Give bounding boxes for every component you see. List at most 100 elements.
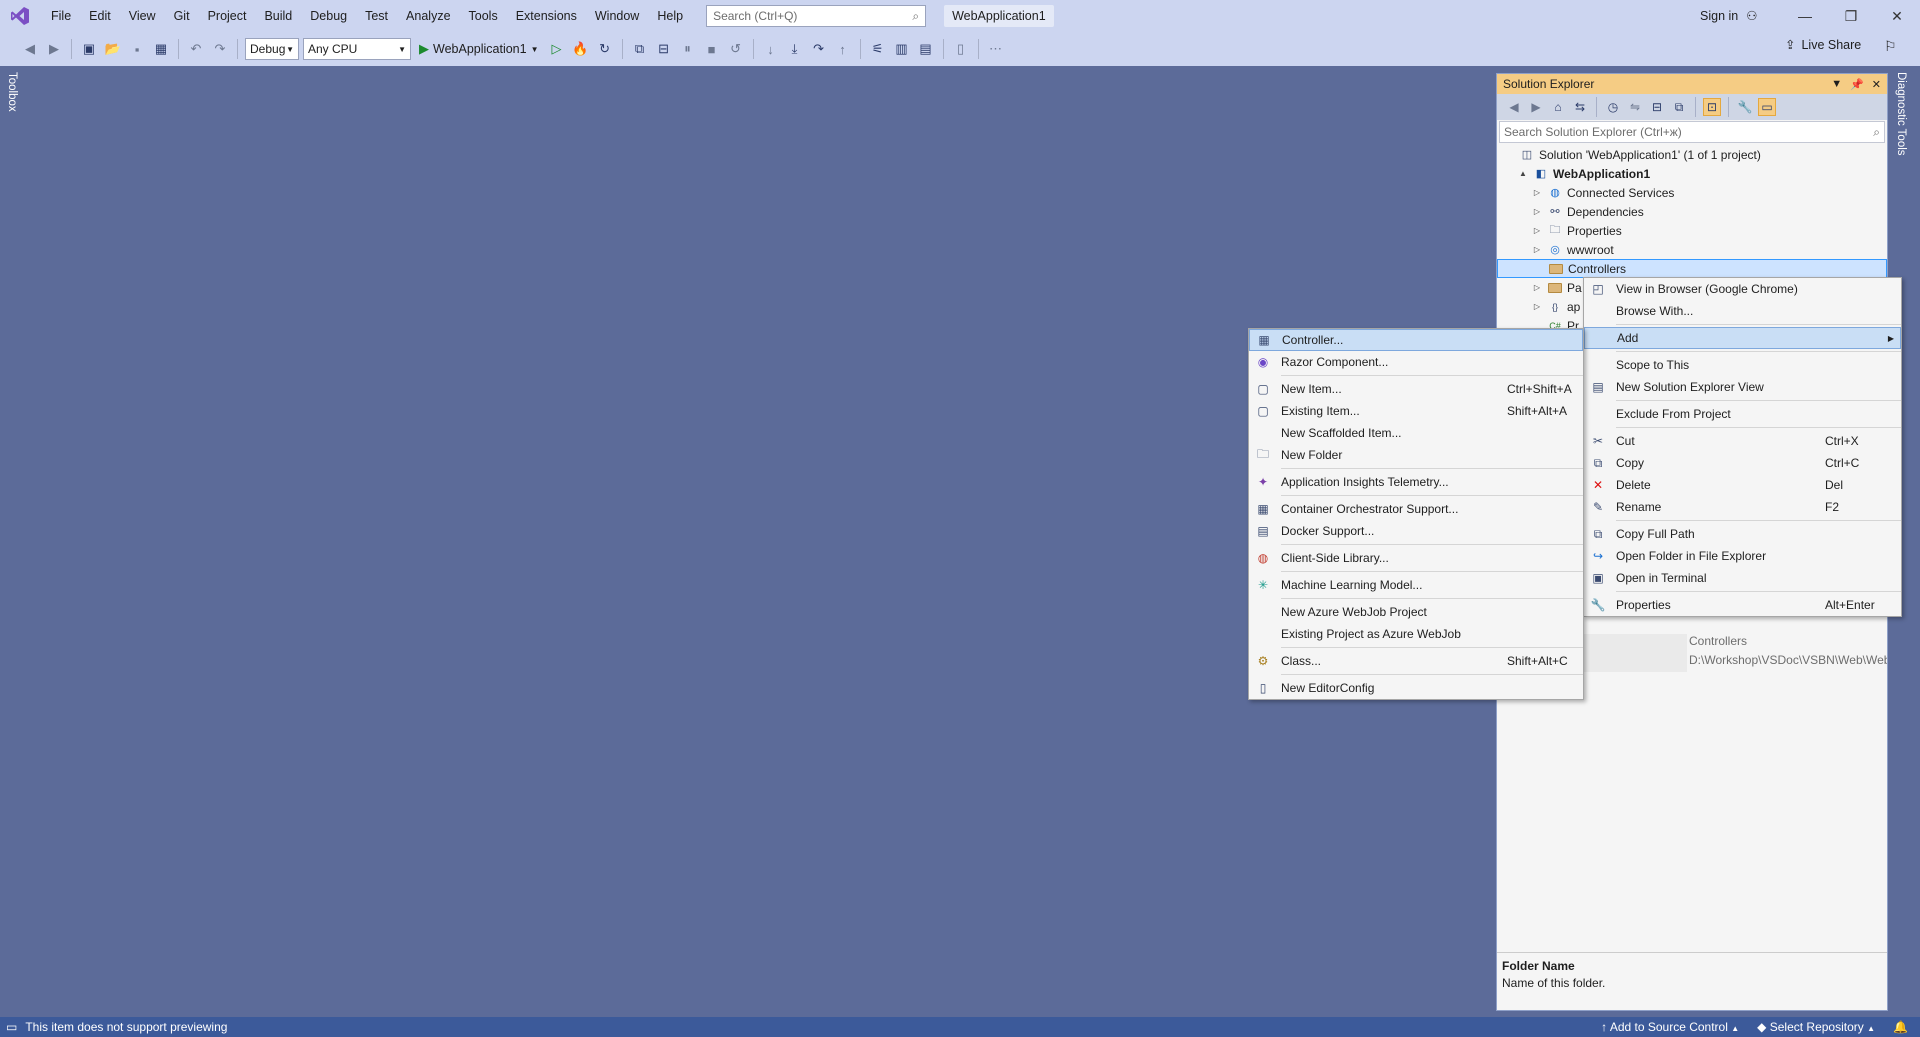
- stop-icon[interactable]: ■: [702, 39, 722, 59]
- bookmark-icon[interactable]: ▯: [951, 39, 971, 59]
- search-input[interactable]: Search (Ctrl+Q) ⌕: [706, 5, 927, 27]
- platform-dropdown[interactable]: Any CPU ▼: [303, 38, 411, 60]
- add-new-item[interactable]: ▢ New Item... Ctrl+Shift+A: [1249, 378, 1583, 400]
- tree-item[interactable]: ▲ ◧ WebApplication1: [1497, 164, 1887, 183]
- expand-caret-icon[interactable]: ▲: [1517, 169, 1529, 178]
- ctx-copy[interactable]: ⧉ Copy Ctrl+C: [1584, 452, 1901, 474]
- overflow-icon[interactable]: ⋯: [986, 39, 1006, 59]
- add-existing-project-as-azure-webjob[interactable]: Existing Project as Azure WebJob: [1249, 623, 1583, 645]
- properties-wrench-icon[interactable]: 🔧: [1736, 98, 1754, 116]
- refresh-icon[interactable]: ↻: [595, 39, 615, 59]
- expand-caret-icon[interactable]: ▷: [1531, 245, 1543, 254]
- menu-git[interactable]: Git: [165, 0, 199, 32]
- expand-caret-icon[interactable]: ▷: [1531, 283, 1543, 292]
- signin-button[interactable]: Sign in ⚇: [1700, 0, 1757, 32]
- expand-caret-icon[interactable]: ▷: [1531, 188, 1543, 197]
- step-over-2-icon[interactable]: ↷: [809, 39, 829, 59]
- add-machine-learning-model[interactable]: ✳ Machine Learning Model...: [1249, 574, 1583, 596]
- menu-edit[interactable]: Edit: [80, 0, 120, 32]
- tree-item[interactable]: ▷ ⚯ Dependencies: [1497, 202, 1887, 221]
- ctx-exclude-from-project[interactable]: Exclude From Project: [1584, 403, 1901, 425]
- tree-item[interactable]: Controllers: [1497, 259, 1887, 278]
- step-into-icon[interactable]: ⤓: [785, 39, 805, 59]
- menu-debug[interactable]: Debug: [301, 0, 356, 32]
- sync-icon[interactable]: ⇋: [1626, 98, 1644, 116]
- ctx-view-in-browser-google-chrome[interactable]: ◰ View in Browser (Google Chrome): [1584, 278, 1901, 300]
- redo-icon[interactable]: ↷: [210, 39, 230, 59]
- toolbox-tab[interactable]: Toolbox: [6, 72, 18, 112]
- browser-link-icon[interactable]: ⧉: [630, 39, 650, 59]
- ctx-open-folder-in-file-explorer[interactable]: ↪ Open Folder in File Explorer: [1584, 545, 1901, 567]
- notifications-bell-icon[interactable]: 🔔: [1893, 1020, 1908, 1034]
- open-file-icon[interactable]: 📂: [103, 39, 123, 59]
- restore-button[interactable]: ❐: [1828, 0, 1874, 32]
- add-container-orchestrator-support[interactable]: ▦ Container Orchestrator Support...: [1249, 498, 1583, 520]
- add-to-source-control-button[interactable]: ↑ Add to Source Control ▲: [1601, 1020, 1739, 1034]
- menu-help[interactable]: Help: [648, 0, 692, 32]
- menu-build[interactable]: Build: [255, 0, 301, 32]
- minimize-button[interactable]: —: [1782, 0, 1828, 32]
- show-all-files-icon[interactable]: ⧉: [1670, 98, 1688, 116]
- ctx-browse-with[interactable]: Browse With...: [1584, 300, 1901, 322]
- ctx-scope-to-this[interactable]: Scope to This: [1584, 354, 1901, 376]
- ctx-delete[interactable]: ✕ Delete Del: [1584, 474, 1901, 496]
- step-over-icon[interactable]: ↓: [761, 39, 781, 59]
- chevron-down-icon[interactable]: ▼: [1831, 78, 1842, 91]
- restart-icon[interactable]: ↺: [726, 39, 746, 59]
- expand-caret-icon[interactable]: ▷: [1531, 226, 1543, 235]
- step-out-icon[interactable]: ↑: [833, 39, 853, 59]
- menu-view[interactable]: View: [120, 0, 165, 32]
- add-razor-component[interactable]: ◉ Razor Component...: [1249, 351, 1583, 373]
- ctx-properties[interactable]: 🔧 Properties Alt+Enter: [1584, 594, 1901, 616]
- close-icon[interactable]: ✕: [1872, 78, 1881, 91]
- pending-changes-filter-icon[interactable]: ◷: [1604, 98, 1622, 116]
- chart-icon[interactable]: ▥: [892, 39, 912, 59]
- preview-icon[interactable]: ▭: [1758, 98, 1776, 116]
- tree-item[interactable]: ▷ ◎ wwwroot: [1497, 240, 1887, 259]
- menu-window[interactable]: Window: [586, 0, 648, 32]
- save-icon[interactable]: ▪: [127, 39, 147, 59]
- new-project-icon[interactable]: ▣: [79, 39, 99, 59]
- menu-extensions[interactable]: Extensions: [507, 0, 586, 32]
- pin-icon[interactable]: 📌: [1850, 78, 1864, 91]
- add-new-scaffolded-item[interactable]: New Scaffolded Item...: [1249, 422, 1583, 444]
- ctx-rename[interactable]: ✎ Rename F2: [1584, 496, 1901, 518]
- ctx-add[interactable]: Add ▶: [1584, 327, 1901, 349]
- close-window-button[interactable]: ✕: [1874, 0, 1920, 32]
- ctx-new-solution-explorer-view[interactable]: ▤ New Solution Explorer View: [1584, 376, 1901, 398]
- switch-views-icon[interactable]: ⇆: [1571, 98, 1589, 116]
- ctx-open-in-terminal[interactable]: ▣ Open in Terminal: [1584, 567, 1901, 589]
- menu-test[interactable]: Test: [356, 0, 397, 32]
- layout-icon[interactable]: ⊟: [654, 39, 674, 59]
- tree-item[interactable]: ◫ Solution 'WebApplication1' (1 of 1 proj…: [1497, 145, 1887, 164]
- start-debugging-button[interactable]: ▶ WebApplication1 ▼: [415, 41, 543, 57]
- add-new-folder[interactable]: 🗀 New Folder: [1249, 444, 1583, 466]
- menu-tools[interactable]: Tools: [460, 0, 507, 32]
- liveshare-button[interactable]: ⇪ Live Share: [1785, 37, 1861, 53]
- ctx-cut[interactable]: ✂ Cut Ctrl+X: [1584, 430, 1901, 452]
- diagnostic-tools-tab[interactable]: Diagnostic Tools: [1895, 72, 1907, 156]
- expand-caret-icon[interactable]: ▷: [1531, 207, 1543, 216]
- back-icon[interactable]: ◀: [20, 39, 40, 59]
- configuration-dropdown[interactable]: Debug ▼: [245, 38, 299, 60]
- solution-explorer-search-input[interactable]: Search Solution Explorer (Ctrl+ж) ⌕: [1499, 121, 1885, 143]
- home-icon[interactable]: ⌂: [1549, 98, 1567, 116]
- add-docker-support[interactable]: ▤ Docker Support...: [1249, 520, 1583, 542]
- collapse-all-icon[interactable]: ⊟: [1648, 98, 1666, 116]
- forward-icon[interactable]: ▶: [1527, 98, 1545, 116]
- tree-item[interactable]: ▷ 🗀 Properties: [1497, 221, 1887, 240]
- feedback-icon[interactable]: ⚐: [1884, 38, 1902, 56]
- chart-2-icon[interactable]: ▤: [916, 39, 936, 59]
- menu-project[interactable]: Project: [199, 0, 256, 32]
- pause-icon[interactable]: ⏸: [678, 39, 698, 59]
- add-controller[interactable]: ▦ Controller...: [1249, 329, 1583, 351]
- preview-selected-icon[interactable]: ⊡: [1703, 98, 1721, 116]
- add-client-side-library[interactable]: ◍ Client-Side Library...: [1249, 547, 1583, 569]
- expand-caret-icon[interactable]: ▷: [1531, 302, 1543, 311]
- forward-icon[interactable]: ▶: [44, 39, 64, 59]
- select-repository-button[interactable]: ◆ Select Repository ▲: [1757, 1020, 1875, 1034]
- add-application-insights-telemetry[interactable]: ✦ Application Insights Telemetry...: [1249, 471, 1583, 493]
- hot-reload-icon[interactable]: 🔥: [571, 39, 591, 59]
- add-existing-item[interactable]: ▢ Existing Item... Shift+Alt+A: [1249, 400, 1583, 422]
- tree-item[interactable]: ▷ ◍ Connected Services: [1497, 183, 1887, 202]
